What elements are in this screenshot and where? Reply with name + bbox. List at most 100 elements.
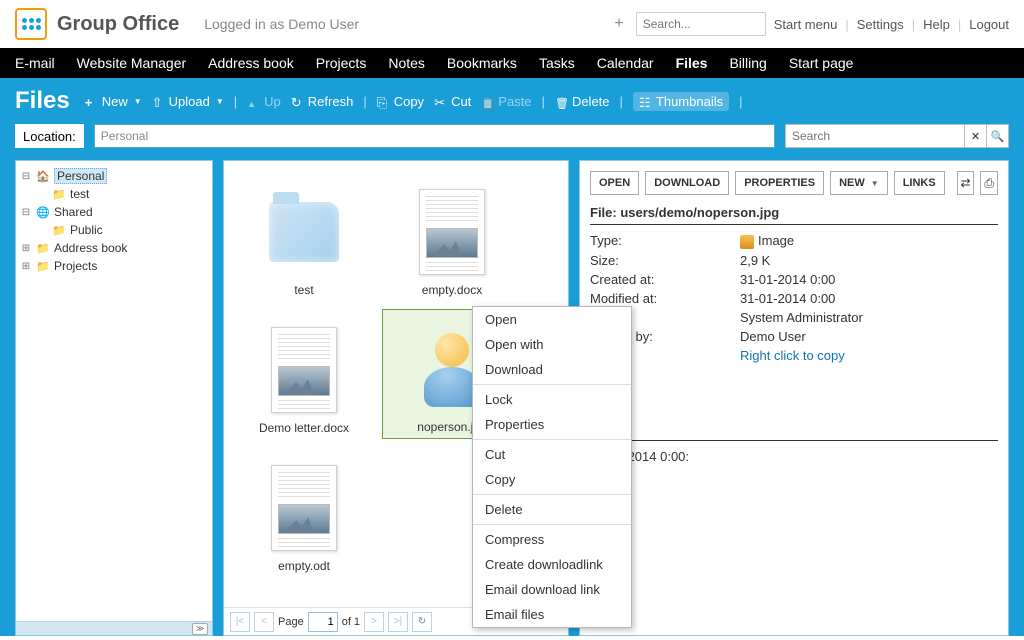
details-panel: OPEN DOWNLOAD PROPERTIES NEW▼ LINKS ⇄ ⎙ … [579,160,1009,636]
menu-item-download[interactable]: Download [473,357,631,382]
start-menu-link[interactable]: Start menu [774,17,838,32]
property-value: 31-01-2014 0:00 [740,291,835,306]
tree-label[interactable]: Shared [54,205,93,219]
menu-item-compress[interactable]: Compress [473,527,631,552]
upload-icon [152,95,165,108]
page-input[interactable] [308,612,338,632]
delete-button[interactable]: Delete [555,94,610,109]
upload-button[interactable]: Upload▼ [152,94,224,109]
property-label: Size: [590,253,740,268]
up-button[interactable]: Up [247,94,281,109]
paste-button[interactable]: Paste [481,94,531,109]
menu-item-create-downloadlink[interactable]: Create downloadlink [473,552,631,577]
nav-item-tasks[interactable]: Tasks [539,55,575,71]
nav-item-calendar[interactable]: Calendar [597,55,654,71]
menu-item-lock[interactable]: Lock [473,387,631,412]
tree-node[interactable]: 📁test [20,185,208,203]
location-input[interactable] [94,124,775,148]
cut-button[interactable]: Cut [434,94,471,109]
clear-search-button[interactable]: ✕ [965,124,987,148]
page-first-button[interactable]: |< [230,612,250,632]
nav-item-billing[interactable]: Billing [729,55,766,71]
menu-item-open-with[interactable]: Open with [473,332,631,357]
properties-button[interactable]: PROPERTIES [735,171,824,195]
property-value[interactable]: Right click to copy [740,348,845,363]
menu-item-email-files[interactable]: Email files [473,602,631,627]
swap-button[interactable]: ⇄ [957,171,975,195]
thumbnail-name: empty.docx [422,283,482,297]
folder-search-input[interactable] [785,124,965,148]
thumbnail-name: Demo letter.docx [259,421,349,435]
print-button[interactable]: ⎙ [980,171,998,195]
menu-item-open[interactable]: Open [473,307,631,332]
settings-link[interactable]: Settings [857,17,904,32]
page-last-button[interactable]: >| [388,612,408,632]
thumbnail-item[interactable]: Demo letter.docx [234,309,374,439]
tree-scrollbar[interactable]: ≫ [16,621,212,635]
tree-label[interactable]: Personal [54,168,107,184]
tree-label[interactable]: Public [70,223,103,237]
page-next-button[interactable]: > [364,612,384,632]
thumbnails-button[interactable]: Thumbnails [633,92,729,111]
tree-node[interactable]: ⊞📁Address book [20,239,208,257]
copy-button[interactable]: Copy [377,94,424,109]
property-value: Demo User [740,329,806,344]
menu-item-properties[interactable]: Properties [473,412,631,437]
chevron-down-icon: ▼ [216,97,224,106]
menu-item-copy[interactable]: Copy [473,467,631,492]
tree-label[interactable]: Projects [54,259,97,273]
nav-item-projects[interactable]: Projects [316,55,367,71]
nav-item-files[interactable]: Files [676,55,708,71]
thumbnail-item[interactable]: test [234,171,374,301]
nav-item-notes[interactable]: Notes [388,55,425,71]
tree-label[interactable]: Address book [54,241,127,255]
nav-item-address-book[interactable]: Address book [208,55,294,71]
menu-item-delete[interactable]: Delete [473,497,631,522]
page-label: Page [278,616,304,628]
tree-node[interactable]: ⊟🌐Shared [20,203,208,221]
page-prev-button[interactable]: < [254,612,274,632]
file-path-title: File: users/demo/noperson.jpg [590,205,998,220]
global-search-input[interactable] [636,12,766,36]
tree-toggle-icon[interactable]: ⊞ [20,261,32,272]
refresh-button[interactable]: Refresh [291,94,354,109]
main-navbar: E-mail Website Manager Address book Project… [0,48,1024,78]
nav-item-start-page[interactable]: Start page [789,55,854,71]
open-button[interactable]: OPEN [590,171,639,195]
app-header: Group Office Logged in as Demo User + St… [0,0,1024,48]
links-button[interactable]: LINKS [894,171,945,195]
menu-item-email-download-link[interactable]: Email download link [473,577,631,602]
toolbar-area: Files New▼ Upload▼ | Up Refresh | Copy C… [0,78,1024,160]
thumbnail-item[interactable]: empty.docx [382,171,522,301]
property-value: 2,9 K [740,253,770,268]
page-refresh-button[interactable]: ↻ [412,612,432,632]
nav-item-bookmarks[interactable]: Bookmarks [447,55,517,71]
image-type-icon [740,235,754,249]
thumbnail-item[interactable]: empty.odt [234,447,374,577]
new-button[interactable]: New▼ [85,94,142,109]
help-link[interactable]: Help [923,17,950,32]
tree-toggle-icon[interactable]: ⊟ [20,171,32,182]
tree-label[interactable]: test [70,187,89,201]
tree-toggle-icon[interactable]: ⊟ [20,207,32,218]
nav-item-website-manager[interactable]: Website Manager [77,55,186,71]
collapse-icon[interactable]: ≫ [192,623,208,635]
delete-icon [555,95,568,108]
plus-icon[interactable]: + [614,15,623,33]
download-button[interactable]: DOWNLOAD [645,171,729,195]
logout-link[interactable]: Logout [969,17,1009,32]
tree-node[interactable]: ⊞📁Projects [20,257,208,275]
search-button[interactable]: 🔍 [987,124,1009,148]
tree-node[interactable]: ⊟🏠Personal [20,167,208,185]
nav-item-e-mail[interactable]: E-mail [15,55,55,71]
menu-item-cut[interactable]: Cut [473,442,631,467]
menu-separator [473,439,631,440]
tree-toggle-icon[interactable]: ⊞ [20,243,32,254]
tree-node[interactable]: 📁Public [20,221,208,239]
folder-icon: 📁 [35,259,51,273]
property-row: Type:Image [590,233,998,249]
logo-icon [15,8,47,40]
new-dropdown-button[interactable]: NEW▼ [830,171,888,195]
folder-icon: 📁 [51,223,67,237]
folder-icon: 📁 [35,241,51,255]
